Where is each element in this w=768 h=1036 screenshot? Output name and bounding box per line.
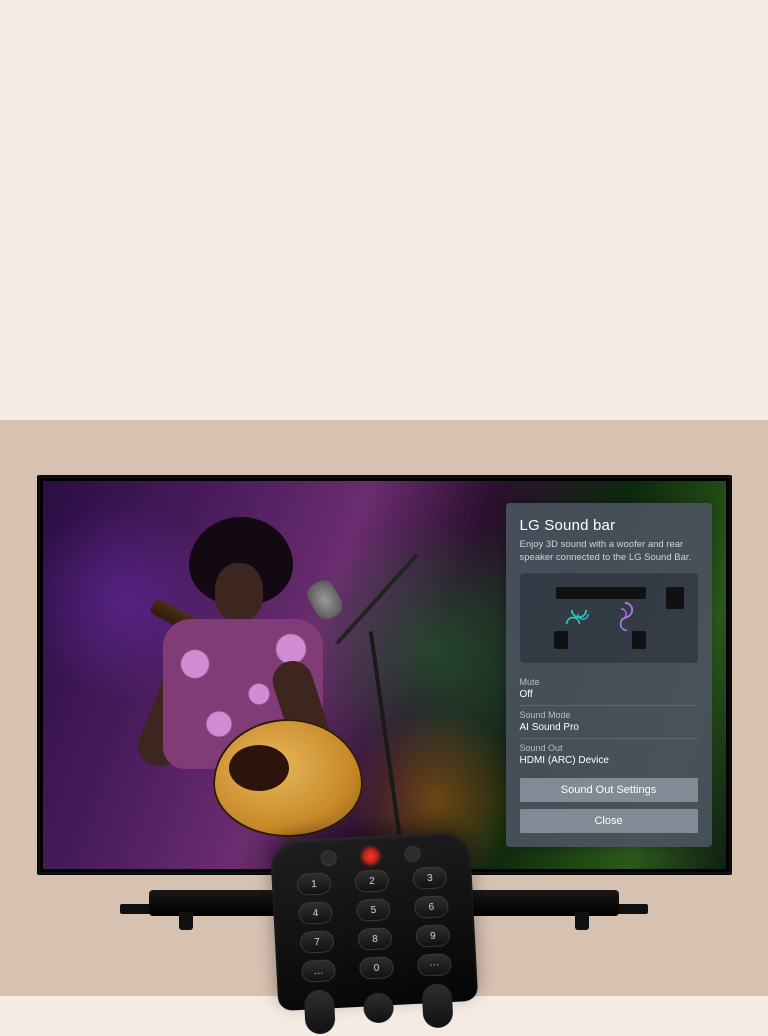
microphone-icon [303, 577, 346, 624]
remote-key-6[interactable]: 6 [414, 895, 449, 919]
remote-key-0[interactable]: 0 [359, 956, 394, 980]
panel-description: Enjoy 3D sound with a woofer and rear sp… [520, 539, 698, 565]
setting-value: Off [520, 689, 698, 700]
setting-value: HDMI (ARC) Device [520, 755, 698, 766]
remote-key-5[interactable]: 5 [356, 898, 391, 922]
setting-label: Sound Mode [520, 710, 698, 720]
tv-frame: LG Sound bar Enjoy 3D sound with a woofe… [37, 475, 732, 875]
remote-key-2[interactable]: 2 [354, 869, 389, 893]
diagram-subwoofer-icon [666, 587, 684, 609]
page-upper-blank [0, 0, 768, 420]
mic-stand [368, 631, 408, 869]
sound-out-settings-button[interactable]: Sound Out Settings [520, 778, 698, 802]
musician-face [215, 563, 263, 621]
remote-number-pad: 1 2 3 4 5 6 7 8 9 … 0 ⋯ [291, 866, 456, 983]
remote-key-8[interactable]: 8 [357, 927, 392, 951]
diagram-rear-right-icon [632, 631, 646, 649]
close-button[interactable]: Close [520, 809, 698, 833]
remote-key-more[interactable]: … [301, 959, 336, 983]
setting-row-sound-mode[interactable]: Sound Mode AI Sound Pro [520, 706, 698, 739]
tv-screen: LG Sound bar Enjoy 3D sound with a woofe… [43, 481, 726, 869]
guitar-pickguard [229, 745, 289, 791]
remote-key-1[interactable]: 1 [296, 872, 331, 896]
sound-settings-panel: LG Sound bar Enjoy 3D sound with a woofe… [506, 503, 712, 847]
remote-key-7[interactable]: 7 [299, 930, 334, 954]
diagram-rear-left-icon [554, 631, 568, 649]
mic-boom [335, 553, 418, 645]
remote-key-4[interactable]: 4 [298, 901, 333, 925]
remote-key-options[interactable]: ⋯ [417, 953, 452, 977]
panel-title: LG Sound bar [520, 517, 698, 534]
mic-icon[interactable] [404, 845, 421, 862]
setting-value: AI Sound Pro [520, 722, 698, 733]
setting-label: Mute [520, 677, 698, 687]
setting-label: Sound Out [520, 743, 698, 753]
volume-rocker[interactable] [304, 989, 336, 1035]
setting-row-sound-out[interactable]: Sound Out HDMI (ARC) Device [520, 739, 698, 771]
power-icon[interactable] [362, 848, 379, 865]
channel-rocker[interactable] [421, 983, 453, 1029]
remote-button-generic[interactable] [320, 850, 337, 867]
remote-key-9[interactable]: 9 [415, 924, 450, 948]
speaker-layout-diagram [520, 573, 698, 663]
remote-key-3[interactable]: 3 [412, 866, 447, 890]
product-scene: LG Sound bar Enjoy 3D sound with a woofe… [0, 420, 768, 996]
setting-row-mute[interactable]: Mute Off [520, 673, 698, 706]
remote-control: 1 2 3 4 5 6 7 8 9 … 0 ⋯ [270, 831, 479, 1011]
musician-illustration [113, 509, 413, 869]
diagram-soundbar-icon [556, 587, 646, 599]
home-button[interactable] [363, 992, 395, 1024]
